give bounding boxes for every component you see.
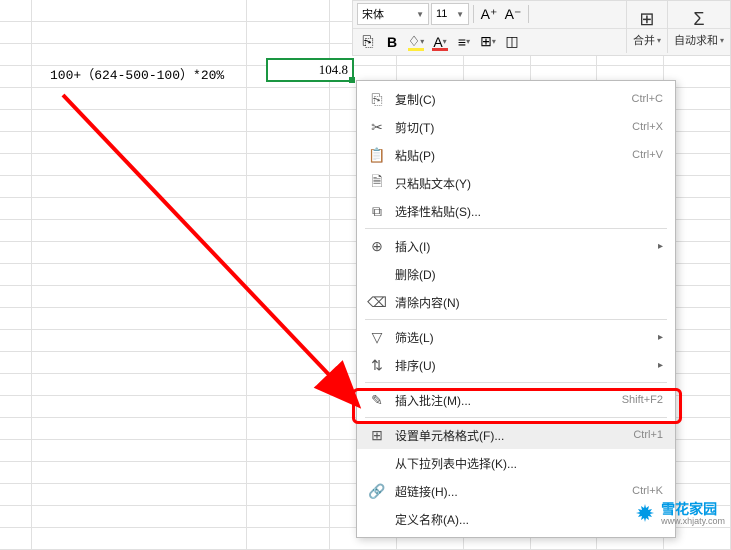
chevron-right-icon: ▸ bbox=[658, 360, 663, 371]
font-color-button[interactable]: A▾ bbox=[429, 31, 451, 53]
menu-insert[interactable]: ⊕ 插入(I) ▸ bbox=[357, 232, 675, 260]
sort-icon: ⇅ bbox=[365, 357, 389, 374]
menu-copy[interactable]: ⎘ 复制(C) Ctrl+C bbox=[357, 85, 675, 113]
fill-color-button[interactable]: ♢▾ bbox=[405, 31, 427, 53]
cell-formula-text: 100+（624-500-100）*20% bbox=[50, 64, 224, 83]
format-cells-icon: ⊞ bbox=[365, 427, 389, 444]
menu-format-cells[interactable]: ⊞ 设置单元格格式(F)... Ctrl+1 bbox=[357, 421, 675, 449]
sigma-icon: Σ bbox=[693, 6, 704, 32]
watermark-title: 雪花家园 bbox=[661, 502, 725, 517]
copy-icon: ⎘ bbox=[365, 91, 389, 108]
align-button[interactable]: ≡▾ bbox=[453, 31, 475, 53]
scissors-icon: ✂ bbox=[365, 119, 389, 136]
chevron-right-icon: ▸ bbox=[658, 241, 663, 252]
menu-define-name[interactable]: 定义名称(A)... bbox=[357, 505, 675, 533]
chevron-down-icon: ▼ bbox=[456, 10, 464, 19]
paste-special-icon: ⧉ bbox=[365, 203, 389, 220]
format-painter-button[interactable]: ⎘ bbox=[357, 31, 379, 53]
menu-comment[interactable]: ✎ 插入批注(M)... Shift+F2 bbox=[357, 386, 675, 414]
increase-font-button[interactable]: A⁺ bbox=[478, 3, 500, 25]
context-menu: ⎘ 复制(C) Ctrl+C ✂ 剪切(T) Ctrl+X 📋 粘贴(P) Ct… bbox=[356, 80, 676, 538]
menu-filter[interactable]: ▽ 筛选(L) ▸ bbox=[357, 323, 675, 351]
merge-group[interactable]: ⊞ 合并▾ bbox=[626, 1, 667, 53]
watermark: 雪花家园 www.xhjaty.com bbox=[633, 502, 725, 527]
chevron-down-icon: ▼ bbox=[416, 10, 424, 19]
menu-paste-text[interactable]: 🗎 只粘贴文本(Y) bbox=[357, 169, 675, 197]
menu-hyperlink[interactable]: 🔗 超链接(H)... Ctrl+K bbox=[357, 477, 675, 505]
font-name-select[interactable]: 宋体▼ bbox=[357, 3, 429, 25]
mini-toolbar: 宋体▼ 11▼ A⁺ A⁻ ⊞ 合并▾ Σ 自动求和▾ ⎘ B ♢▾ A▾ ≡▾… bbox=[352, 0, 731, 56]
menu-cut[interactable]: ✂ 剪切(T) Ctrl+X bbox=[357, 113, 675, 141]
selected-cell[interactable]: 104.8 bbox=[266, 58, 354, 82]
watermark-url: www.xhjaty.com bbox=[661, 517, 725, 527]
clipboard-icon: 📋 bbox=[365, 147, 389, 164]
decrease-font-button[interactable]: A⁻ bbox=[502, 3, 524, 25]
format-button[interactable]: ◫ bbox=[501, 31, 523, 53]
menu-clear[interactable]: ⌫ 清除内容(N) bbox=[357, 288, 675, 316]
selected-cell-value: 104.8 bbox=[319, 62, 348, 78]
menu-paste-special[interactable]: ⧉ 选择性粘贴(S)... bbox=[357, 197, 675, 225]
insert-icon: ⊕ bbox=[365, 238, 389, 255]
menu-delete[interactable]: 删除(D) bbox=[357, 260, 675, 288]
snowflake-icon bbox=[633, 502, 657, 526]
bold-button[interactable]: B bbox=[381, 31, 403, 53]
menu-paste[interactable]: 📋 粘贴(P) Ctrl+V bbox=[357, 141, 675, 169]
fill-handle[interactable] bbox=[349, 77, 355, 83]
menu-dropdown-select[interactable]: 从下拉列表中选择(K)... bbox=[357, 449, 675, 477]
eraser-icon: ⌫ bbox=[365, 294, 389, 311]
autosum-group[interactable]: Σ 自动求和▾ bbox=[667, 1, 730, 53]
comment-icon: ✎ bbox=[365, 392, 389, 409]
chevron-right-icon: ▸ bbox=[658, 332, 663, 343]
borders-button[interactable]: ⊞▾ bbox=[477, 31, 499, 53]
menu-sort[interactable]: ⇅ 排序(U) ▸ bbox=[357, 351, 675, 379]
link-icon: 🔗 bbox=[365, 483, 389, 500]
font-size-select[interactable]: 11▼ bbox=[431, 3, 469, 25]
merge-icon: ⊞ bbox=[639, 6, 654, 32]
funnel-icon: ▽ bbox=[365, 329, 389, 346]
paste-text-icon: 🗎 bbox=[365, 171, 389, 195]
